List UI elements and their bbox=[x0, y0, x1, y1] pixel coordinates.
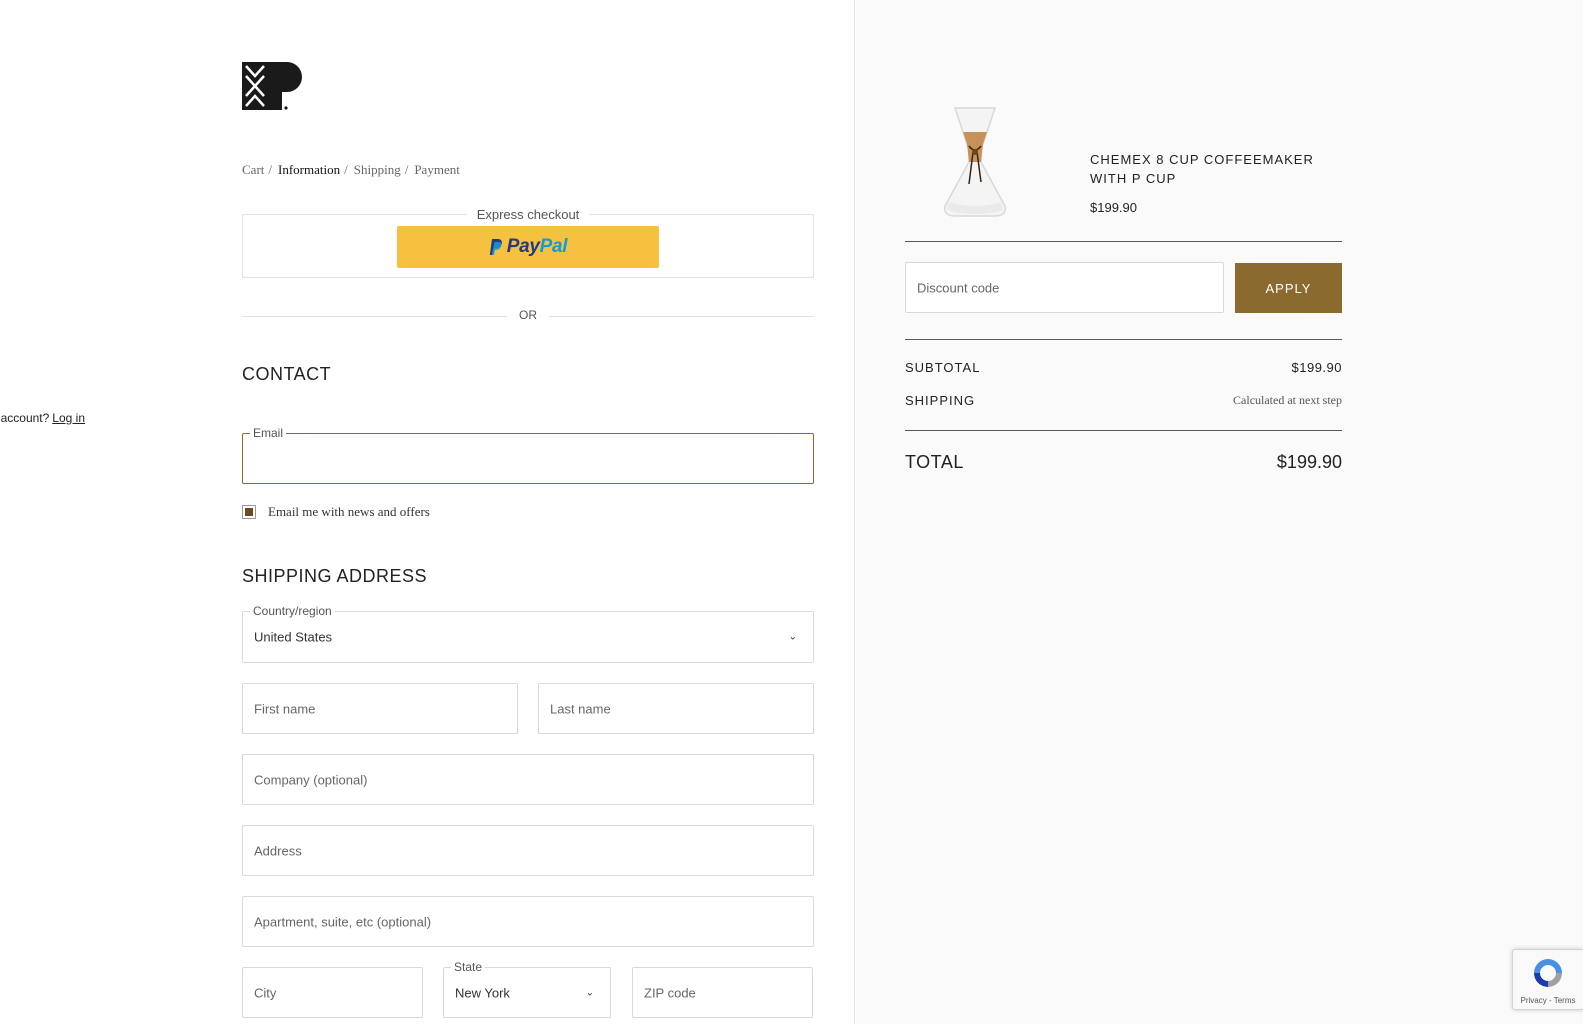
zip-placeholder: ZIP code bbox=[644, 985, 696, 1000]
breadcrumb: Cart / Information / Shipping / Payment bbox=[242, 162, 460, 178]
paypal-icon bbox=[489, 239, 502, 255]
chevron-down-icon: ⌄ bbox=[788, 631, 797, 643]
last-name-placeholder: Last name bbox=[550, 701, 611, 716]
country-select[interactable]: Country/region United States ⌄ bbox=[242, 604, 814, 663]
or-divider: OR bbox=[242, 308, 814, 324]
company-placeholder: Company (optional) bbox=[254, 772, 368, 787]
recaptcha-terms[interactable]: Privacy - Terms bbox=[1513, 996, 1583, 1005]
contact-heading: CONTACT bbox=[242, 364, 332, 384]
zip-field[interactable]: ZIP code bbox=[632, 967, 813, 1018]
apartment-placeholder: Apartment, suite, etc (optional) bbox=[254, 914, 432, 929]
paypal-logo: Pay Pal bbox=[489, 236, 568, 258]
shipping-address-heading: SHIPPING ADDRESS bbox=[242, 566, 428, 586]
express-checkout-title: Express checkout bbox=[466, 207, 590, 222]
login-link[interactable]: Log in bbox=[52, 411, 85, 425]
divider-line bbox=[549, 316, 814, 317]
discount-code-placeholder: Discount code bbox=[917, 280, 1000, 295]
last-name-field[interactable]: Last name bbox=[538, 683, 814, 734]
shipping-row: SHIPPING Calculated at next step bbox=[905, 393, 1342, 408]
newsletter-label: Email me with news and offers bbox=[268, 504, 430, 519]
address-field[interactable]: Address bbox=[242, 825, 814, 876]
product-name: CHEMEX 8 CUP COFFEEMAKER WITH P CUP bbox=[1090, 152, 1314, 186]
subtotal-value: $199.90 bbox=[1291, 360, 1342, 375]
newsletter-option: Email me with news and offers bbox=[242, 504, 430, 520]
apartment-field[interactable]: Apartment, suite, etc (optional) bbox=[242, 896, 814, 947]
total-row: TOTAL $199.90 bbox=[905, 452, 1342, 473]
recaptcha-icon bbox=[1534, 959, 1562, 987]
or-label: OR bbox=[519, 308, 537, 322]
breadcrumb-cart[interactable]: Cart bbox=[242, 162, 264, 178]
country-select-value: United States bbox=[254, 629, 333, 645]
recaptcha-badge[interactable]: Privacy - Terms bbox=[1512, 949, 1583, 1010]
total-label: TOTAL bbox=[905, 452, 964, 472]
first-name-field[interactable]: First name bbox=[242, 683, 518, 734]
breadcrumb-payment: Payment bbox=[414, 162, 460, 177]
city-field[interactable]: City bbox=[242, 967, 423, 1018]
shipping-label: SHIPPING bbox=[905, 393, 976, 408]
divider-line bbox=[242, 316, 507, 317]
breadcrumb-separator: / bbox=[404, 162, 409, 177]
newsletter-checkbox[interactable] bbox=[242, 505, 256, 519]
product-image bbox=[943, 107, 1007, 217]
email-field-label: Email bbox=[250, 426, 287, 440]
paypal-text-pal: Pal bbox=[539, 236, 568, 257]
state-select-label: State bbox=[451, 960, 486, 974]
product-price: $199.90 bbox=[1090, 200, 1137, 215]
total-value: $199.90 bbox=[1276, 452, 1342, 472]
summary-divider bbox=[905, 430, 1342, 431]
discount-code-field[interactable]: Discount code bbox=[905, 262, 1224, 313]
company-field[interactable]: Company (optional) bbox=[242, 754, 814, 805]
checkout-main-panel: Cart / Information / Shipping / Payment … bbox=[0, 0, 855, 1024]
country-select-label: Country/region bbox=[250, 604, 335, 618]
paypal-text-pay: Pay bbox=[506, 236, 540, 257]
state-select[interactable]: State New York ⌄ bbox=[443, 960, 611, 1018]
breadcrumb-shipping: Shipping bbox=[353, 162, 401, 177]
subtotal-label: SUBTOTAL bbox=[905, 360, 981, 375]
address-placeholder: Address bbox=[254, 843, 302, 858]
city-placeholder: City bbox=[254, 985, 277, 1000]
checkbox-check-mark bbox=[245, 508, 253, 516]
breadcrumb-separator: / bbox=[268, 162, 273, 177]
summary-divider bbox=[905, 339, 1342, 340]
shipping-value: Calculated at next step bbox=[1233, 393, 1342, 407]
breadcrumb-information: Information bbox=[278, 162, 341, 177]
subtotal-row: SUBTOTAL $199.90 bbox=[905, 360, 1342, 375]
breadcrumb-separator: / bbox=[344, 162, 348, 177]
paypal-button[interactable]: Pay Pal bbox=[397, 226, 659, 268]
apply-discount-button[interactable]: APPLY bbox=[1235, 263, 1342, 313]
first-name-placeholder: First name bbox=[254, 701, 316, 716]
chevron-down-icon: ⌄ bbox=[585, 987, 594, 998]
brand-logo[interactable] bbox=[242, 62, 304, 112]
state-select-value: New York bbox=[455, 985, 510, 1000]
account-prompt: Have an account?Log in bbox=[0, 411, 85, 425]
express-checkout-box: Express checkout Pay Pal bbox=[242, 207, 814, 278]
have-account-text: Have an account? bbox=[0, 411, 50, 425]
email-field[interactable]: Email bbox=[242, 426, 814, 484]
summary-divider bbox=[905, 241, 1342, 242]
